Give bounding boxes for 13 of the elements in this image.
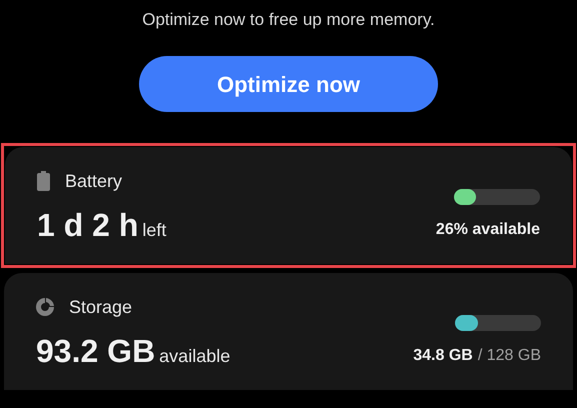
- total-text: / 128 GB: [478, 346, 541, 366]
- unit-text: available: [159, 345, 230, 368]
- hint-text: Optimize now to free up more memory.: [142, 9, 435, 31]
- value-text: 1 d 2 h: [37, 207, 138, 243]
- card-title: Storage: [69, 296, 132, 319]
- pie-chart-icon: [36, 298, 54, 316]
- used-text: 34.8 GB: [413, 346, 473, 366]
- optimize-button[interactable]: Optimize now: [139, 56, 438, 112]
- availability-text: 26% available: [436, 220, 540, 240]
- value-text: 93.2 GB: [36, 333, 156, 369]
- battery-icon: [37, 171, 50, 191]
- card-title: Battery: [65, 170, 122, 193]
- unit-text: left: [142, 219, 166, 242]
